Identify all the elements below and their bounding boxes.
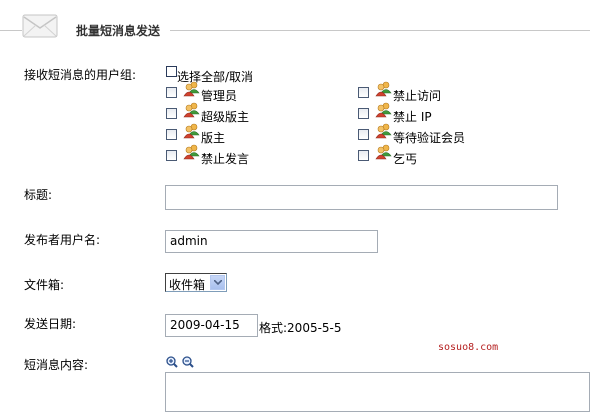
user-group-label: 版主 [201, 131, 226, 145]
folder-label: 文件箱: [24, 278, 65, 292]
user-group-checkbox[interactable] [358, 129, 369, 140]
user-group-label: 乞丐 [393, 152, 418, 166]
user-group-icon [183, 81, 201, 97]
header-rule-left [0, 30, 22, 31]
envelope-icon [22, 14, 58, 38]
user-group-label: 禁止访问 [393, 89, 442, 103]
user-group-label: 等待验证会员 [393, 131, 466, 145]
user-group-checkbox[interactable] [166, 129, 177, 140]
user-group-checkbox[interactable] [358, 87, 369, 98]
header-rule-right [170, 30, 590, 31]
sender-input[interactable]: admin [165, 230, 378, 253]
page-title: 批量短消息发送 [74, 22, 163, 39]
content-label: 短消息内容: [24, 358, 89, 372]
zoom-out-icon[interactable] [182, 356, 194, 368]
date-label: 发送日期: [24, 317, 77, 331]
user-group-checkbox[interactable] [358, 108, 369, 119]
user-group-label: 超级版主 [201, 110, 250, 124]
user-group-checkbox[interactable] [166, 108, 177, 119]
user-group-label: 禁止发言 [201, 152, 250, 166]
user-group-checkbox[interactable] [166, 150, 177, 161]
recipients-label: 接收短消息的用户组: [24, 68, 137, 82]
sender-label: 发布者用户名: [24, 233, 101, 247]
user-group-icon [375, 123, 393, 139]
folder-select[interactable]: 收件箱 [165, 273, 227, 292]
user-group-label: 管理员 [201, 89, 238, 103]
watermark: sosuo8.com [438, 342, 499, 353]
user-group-checkbox[interactable] [358, 150, 369, 161]
user-group-icon [183, 144, 201, 160]
user-group-icon [183, 123, 201, 139]
user-group-icon [375, 81, 393, 97]
date-format-hint: 格式:2005-5-5 [259, 321, 342, 335]
user-group-icon [375, 102, 393, 118]
user-group-icon [375, 144, 393, 160]
select-all-checkbox[interactable] [166, 66, 177, 77]
chevron-down-icon[interactable] [210, 275, 225, 290]
user-group-label: 禁止 IP [393, 110, 432, 124]
title-label: 标题: [24, 188, 53, 202]
content-textarea[interactable] [165, 372, 590, 412]
user-group-checkbox[interactable] [166, 87, 177, 98]
title-input[interactable] [165, 185, 558, 210]
folder-select-value: 收件箱 [169, 278, 206, 292]
date-input[interactable]: 2009-04-15 [165, 314, 258, 337]
zoom-in-icon[interactable] [166, 356, 178, 368]
user-group-icon [183, 102, 201, 118]
